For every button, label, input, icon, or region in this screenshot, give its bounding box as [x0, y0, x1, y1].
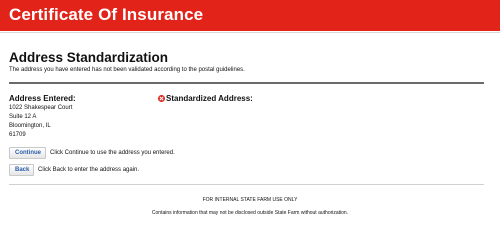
- header-divider: [0, 32, 500, 33]
- app-header: Certificate Of Insurance: [0, 0, 500, 31]
- page-subtitle: The address you have entered has not bee…: [9, 67, 245, 73]
- section-divider: [9, 82, 484, 84]
- error-icon: [158, 95, 165, 102]
- back-button[interactable]: Back: [9, 164, 34, 176]
- address-line: 1022 Shakespear Court: [9, 105, 73, 111]
- address-line: 61709: [9, 132, 26, 138]
- entered-address-heading: Address Entered:: [9, 94, 76, 103]
- page-title: Address Standardization: [9, 50, 169, 65]
- continue-hint: Click Continue to use the address you en…: [50, 150, 175, 156]
- app-title: Certificate Of Insurance: [9, 5, 204, 24]
- continue-button[interactable]: Continue: [9, 147, 46, 159]
- back-hint: Click Back to enter the address again.: [38, 167, 140, 173]
- address-line: Bloomington, IL: [9, 123, 51, 129]
- footer-divider: [9, 184, 484, 185]
- standardized-address-heading: Standardized Address:: [166, 94, 253, 103]
- footer-notice: FOR INTERNAL STATE FARM USE ONLY: [202, 197, 298, 203]
- address-line: Suite 12 A: [9, 114, 37, 120]
- footer-disclaimer: Contains information that may not be dis…: [151, 210, 349, 216]
